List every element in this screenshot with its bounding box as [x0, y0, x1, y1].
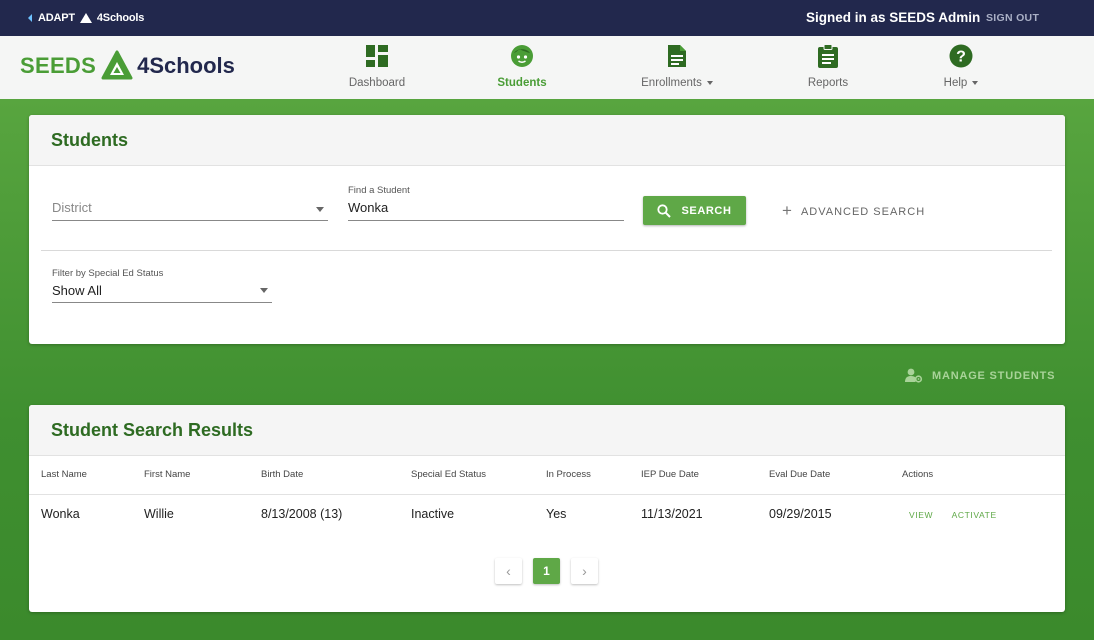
find-student-label: Find a Student — [348, 185, 410, 196]
advanced-search-button[interactable]: + ADVANCED SEARCH — [782, 201, 926, 221]
adapt-label: ADAPT — [38, 12, 75, 24]
plus-icon: + — [782, 201, 793, 220]
special-ed-filter-value: Show All — [52, 283, 102, 298]
find-student-value: Wonka — [348, 200, 389, 215]
prev-page-button[interactable]: ‹ — [495, 558, 522, 584]
col-iep-due-date[interactable]: IEP Due Date — [641, 455, 769, 495]
nav-enrollments-label: Enrollments — [641, 77, 702, 89]
4schools-label: 4Schools — [96, 12, 145, 24]
logo-seeds-text: SEEDS — [20, 53, 97, 78]
cell-birth-date: 8/13/2008 (13) — [261, 506, 343, 521]
students-search-card: Students District Find a Student Wonka S… — [29, 115, 1065, 344]
search-results-card: Student Search Results Last Name First N… — [29, 405, 1065, 612]
col-eval-due-date[interactable]: Eval Due Date — [769, 455, 902, 495]
nav-reports[interactable]: Reports — [778, 44, 878, 89]
cell-special-ed-status: Inactive — [411, 506, 455, 521]
seeds-triangle-logo-icon — [101, 50, 133, 80]
chevron-down-icon — [972, 80, 979, 85]
find-student-input[interactable]: Find a Student Wonka — [348, 185, 624, 221]
pagination: ‹ 1 › — [495, 558, 598, 584]
manage-students-label: MANAGE STUDENTS — [932, 369, 1056, 382]
nav-students[interactable]: Students — [472, 44, 572, 89]
next-page-button[interactable]: › — [571, 558, 598, 584]
search-icon — [657, 203, 672, 218]
triangle-logo-icon — [79, 13, 92, 23]
district-select[interactable]: District — [52, 191, 328, 221]
cell-last-name: Wonka — [41, 506, 80, 521]
divider — [41, 250, 1052, 251]
seeds-4schools-logo[interactable]: SEEDS 4Schools — [20, 50, 235, 82]
results-table: Last Name First Name Birth Date Special … — [29, 455, 1065, 533]
col-last-name[interactable]: Last Name — [29, 455, 144, 495]
view-link[interactable]: VIEW — [909, 510, 933, 520]
col-birth-date[interactable]: Birth Date — [261, 455, 411, 495]
nav-help-label: Help — [943, 77, 968, 89]
page-1-button[interactable]: 1 — [533, 558, 560, 584]
col-in-process[interactable]: In Process — [546, 455, 641, 495]
adapt-4schools-link[interactable]: ADAPT 4Schools — [28, 12, 144, 24]
search-button[interactable]: SEARCH — [643, 196, 746, 225]
help-icon: ? — [949, 44, 973, 68]
svg-text:?: ? — [956, 49, 966, 66]
col-special-ed-status[interactable]: Special Ed Status — [411, 455, 546, 495]
clipboard-icon — [818, 44, 838, 68]
nav-help[interactable]: ? Help — [911, 44, 1011, 89]
table-header-row: Last Name First Name Birth Date Special … — [29, 455, 1065, 495]
chevron-down-icon — [706, 80, 713, 85]
nav-reports-label: Reports — [807, 77, 849, 89]
district-placeholder: District — [52, 200, 92, 215]
signed-in-text: Signed in as SEEDS Admin — [806, 10, 981, 25]
advanced-search-label: ADVANCED SEARCH — [800, 206, 926, 218]
table-row: Wonka Willie 8/13/2008 (13) Inactive Yes… — [29, 494, 1065, 533]
nav-enrollments[interactable]: Enrollments — [627, 44, 727, 89]
nav-students-label: Students — [497, 77, 547, 89]
results-card-title: Student Search Results — [29, 405, 1065, 456]
activate-link[interactable]: ACTIVATE — [952, 510, 997, 520]
cell-iep-due-date: 11/13/2021 — [641, 506, 703, 521]
sign-out-button[interactable]: SIGN OUT — [986, 12, 1039, 24]
logo-4schools-text: 4Schools — [137, 53, 235, 78]
top-bar: ADAPT 4Schools Signed in as SEEDS Admin … — [0, 0, 1094, 36]
cell-first-name: Willie — [144, 506, 174, 521]
nav-dashboard-label: Dashboard — [348, 77, 406, 89]
user-settings-icon — [905, 368, 923, 383]
document-icon — [668, 45, 686, 67]
students-card-title: Students — [29, 115, 1065, 166]
chevron-down-icon — [316, 207, 324, 212]
nav-dashboard[interactable]: Dashboard — [327, 44, 427, 89]
search-button-label: SEARCH — [681, 204, 732, 217]
special-ed-filter-select[interactable]: Filter by Special Ed Status Show All — [52, 268, 272, 303]
col-actions: Actions — [902, 455, 1065, 495]
chevron-down-icon — [260, 288, 268, 293]
main-header: SEEDS 4Schools Dashboard Students Enroll… — [0, 36, 1094, 99]
student-face-icon — [511, 45, 533, 67]
cell-eval-due-date: 09/29/2015 — [769, 506, 832, 521]
chevron-left-icon — [28, 14, 32, 22]
col-first-name[interactable]: First Name — [144, 455, 261, 495]
special-ed-filter-label: Filter by Special Ed Status — [52, 268, 164, 279]
dashboard-icon — [366, 45, 388, 67]
cell-actions: VIEW ACTIVATE — [902, 494, 1065, 533]
manage-students-button[interactable]: MANAGE STUDENTS — [905, 368, 1055, 383]
cell-in-process: Yes — [546, 506, 567, 521]
